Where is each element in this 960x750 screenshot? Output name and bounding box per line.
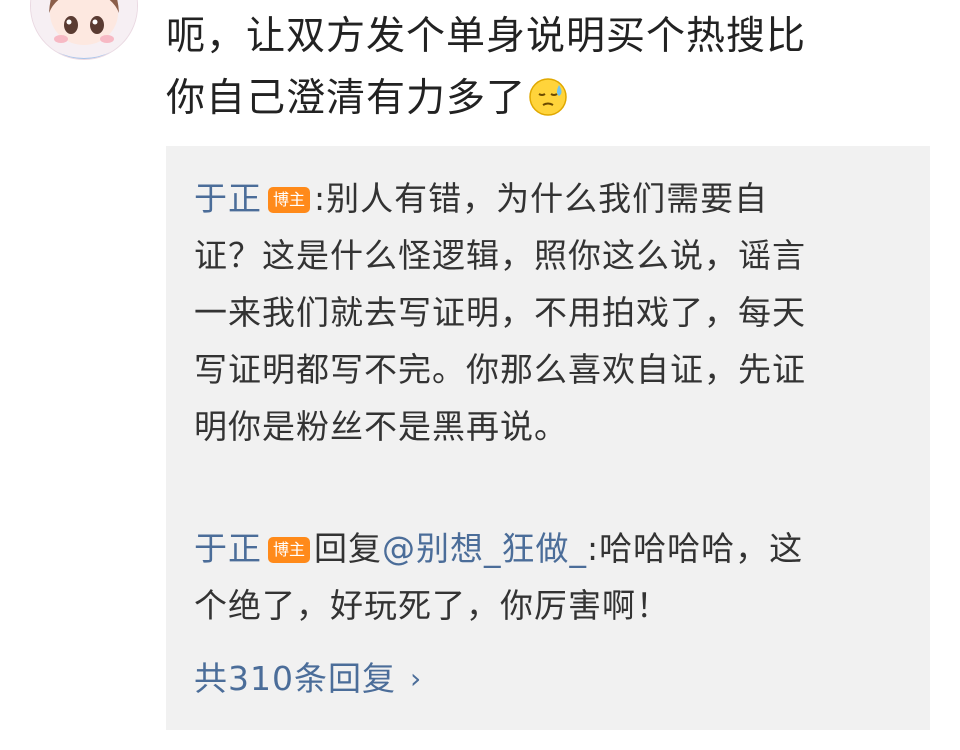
chevron-right-icon: › [410, 662, 423, 695]
reply-box: 于正 博主:别人有错，为什么我们需要自证？这是什么怪逻辑，照你这么说，谣言一来我们… [166, 146, 930, 730]
reply-username[interactable]: 于正 [194, 179, 262, 218]
reply-item[interactable]: 于正 博主:别人有错，为什么我们需要自证？这是什么怪逻辑，照你这么说，谣言一来我们… [194, 170, 834, 455]
reply-item[interactable]: 于正 博主 回复@别想_狂做_:哈哈哈哈，这个绝了，好玩死了，你厉害啊！ [194, 520, 834, 634]
avatar-illustration [31, 0, 137, 59]
reply-username[interactable]: 于正 [194, 529, 262, 568]
comment-card: 呃，让双方发个单身说明买个热搜比 你自己澄清有力多了 于正 博主:别人有错，为什么… [0, 0, 960, 750]
avatar[interactable] [30, 0, 138, 60]
comment-text: 呃，让双方发个单身说明买个热搜比 你自己澄清有力多了 [166, 6, 926, 136]
sweat-face-emoji-icon [528, 74, 568, 136]
reply-separator: : [314, 179, 327, 218]
reply-word: 回复 [314, 529, 383, 568]
more-replies-link[interactable]: 共310条回复 › [194, 650, 422, 707]
reply-text: 别人有错，为什么我们需要自证？这是什么怪逻辑，照你这么说，谣言一来我们就去写证明… [194, 179, 806, 446]
reply-mention[interactable]: @别想_狂做_ [382, 529, 587, 568]
blogger-badge: 博主 [268, 537, 311, 563]
comment-line-2: 你自己澄清有力多了 [166, 68, 926, 136]
reply-separator: : [587, 529, 600, 568]
more-replies-label: 共310条回复 [194, 659, 396, 698]
comment-line-2-text: 你自己澄清有力多了 [166, 76, 527, 121]
blogger-badge: 博主 [268, 187, 311, 213]
comment-line-1: 呃，让双方发个单身说明买个热搜比 [166, 14, 807, 59]
